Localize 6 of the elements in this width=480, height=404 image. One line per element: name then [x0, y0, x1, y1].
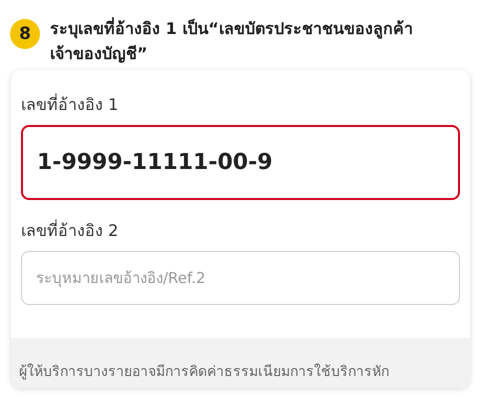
step-number-badge: 8	[10, 19, 40, 49]
input-field[interactable]: 1-9999-11111-00-9	[21, 125, 460, 200]
fee-note: ผู้ให้บริการบางรายอาจมีการคิดค่าธรรมเนียมการใช้บริการหัก	[19, 362, 389, 382]
field-label: เลขที่อ้างอิง 2	[21, 218, 120, 242]
field-label: เลขที่อ้างอิง 1	[21, 92, 120, 116]
step-instruction: ระบุเลขที่อ้างอิง 1 เป็น“เลขบัตรประชาชนของลูกค้าเจ้าของบัญชี”	[50, 16, 414, 65]
